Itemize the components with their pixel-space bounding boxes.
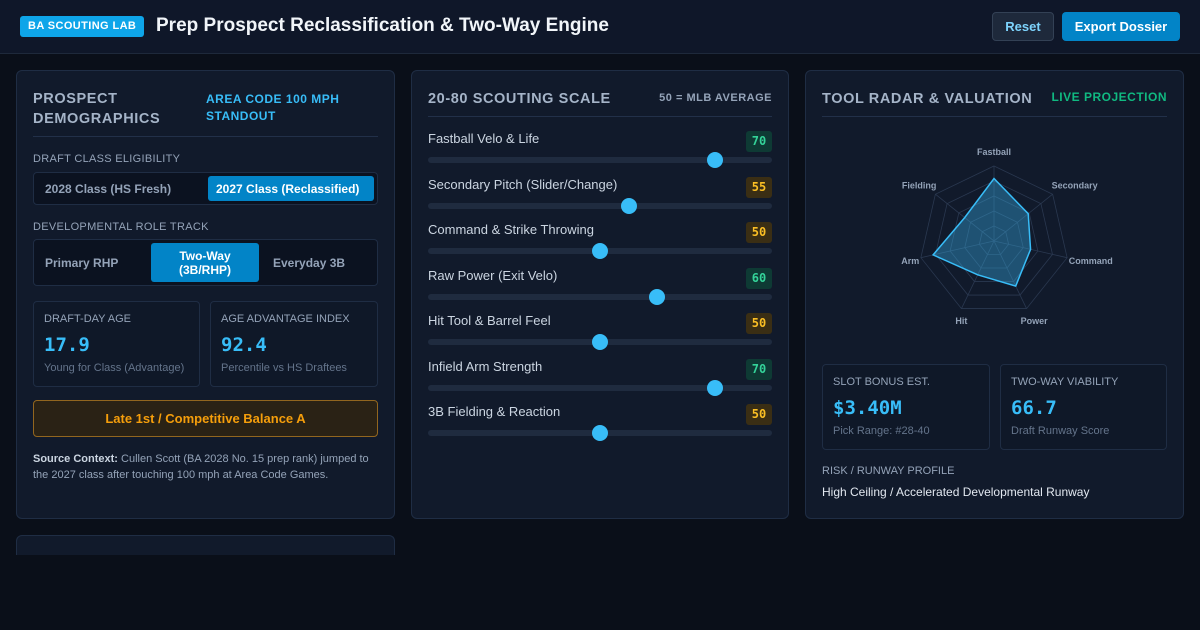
page-title: Prep Prospect Reclassification & Two-Way… [156, 15, 609, 36]
tool-slider-row: Hit Tool & Barrel Feel 50 [428, 313, 772, 359]
eligibility-toggle: 2028 Class (HS Fresh) 2027 Class (Reclas… [33, 172, 378, 205]
option-label: 2027 Class (Reclassified) [216, 181, 360, 196]
scouting-scale-card: 20-80 SCOUTING SCALE 50 = MLB AVERAGE Fa… [411, 70, 789, 519]
risk-label: RISK / RUNWAY PROFILE [822, 465, 955, 477]
role-option-two-way[interactable]: Two-Way (3B/RHP) [151, 243, 259, 282]
radar-axis-label: Fielding [902, 181, 937, 191]
slider-thumb[interactable] [592, 243, 608, 259]
slider-thumb[interactable] [649, 288, 666, 305]
slider-track[interactable] [428, 293, 772, 300]
tool-slider-row: Command & Strike Throwing 50 [428, 222, 772, 268]
card-tag: AREA CODE 100 MPH STANDOUT [206, 92, 340, 123]
card-header: 20-80 SCOUTING SCALE 50 = MLB AVERAGE [428, 87, 772, 117]
tool-name: Raw Power (Exit Velo) [428, 267, 558, 283]
grade-badge: 70 [746, 358, 772, 380]
stat-label: TWO-WAY VIABILITY [1011, 376, 1119, 388]
option-label: Primary RHP [45, 255, 119, 270]
grade-badge: 50 [746, 313, 772, 334]
option-label: 2028 Class (HS Fresh) [45, 181, 172, 196]
source-context: Source Context: Cullen Scott (BA 2028 No… [33, 451, 378, 483]
tool-name: Fastball Velo & Life [428, 131, 540, 146]
option-label: Everyday 3B [273, 255, 346, 270]
stat-sub: Young for Class (Advantage) [44, 362, 185, 374]
role-option-primary-rhp[interactable]: Primary RHP [37, 243, 149, 282]
slot-bonus-stat: SLOT BONUS EST. $3.40M Pick Range: #28-4… [822, 364, 990, 450]
draft-day-age-stat: DRAFT-DAY AGE 17.9 Young for Class (Adva… [33, 301, 200, 387]
grade-badge: 55 [746, 176, 772, 198]
draft-projection-banner: Late 1st / Competitive Balance A [33, 400, 378, 437]
card-header: TOOL RADAR & VALUATION LIVE PROJECTION [822, 87, 1167, 117]
slider-thumb[interactable] [592, 334, 608, 350]
tool-slider-row: Secondary Pitch (Slider/Change) 55 [428, 176, 772, 223]
reset-button[interactable]: Reset [992, 12, 1054, 41]
radar-axis-label: Arm [901, 256, 919, 266]
stat-sub: Draft Runway Score [1011, 425, 1110, 437]
tool-radar-chart: Fastball Secondary Command Power Hit Arm Field… [901, 147, 1113, 326]
card-tag: 50 = MLB AVERAGE [659, 92, 772, 104]
card-header: PROSPECT DEMOGRAPHICS AREA CODE 100 MPH … [33, 87, 378, 137]
role-track-toggle: Primary RHP Two-Way (3B/RHP) Everyday 3B [33, 239, 378, 286]
card-title: PROSPECT DEMOGRAPHICS [33, 91, 161, 127]
grade-badge: 50 [746, 222, 772, 243]
grade-badge: 70 [746, 131, 772, 152]
stat-value: $3.40M [833, 397, 902, 419]
radar-axis-label: Fastball [977, 147, 1011, 157]
tool-slider-row: Infield Arm Strength 70 [428, 358, 772, 405]
source-label: Source Context: [33, 453, 118, 465]
card-title: TOOL RADAR & VALUATION [822, 91, 1033, 107]
slider-thumb[interactable] [706, 152, 723, 168]
eligibility-option-2028[interactable]: 2028 Class (HS Fresh) [37, 176, 201, 201]
tool-name: Hit Tool & Barrel Feel [428, 313, 551, 328]
grade-badge: 60 [746, 267, 772, 289]
tool-name: Secondary Pitch (Slider/Change) [428, 176, 618, 192]
slider-thumb[interactable] [620, 197, 637, 214]
card-title: 20-80 SCOUTING SCALE [428, 91, 611, 107]
grade-badge: 50 [746, 404, 772, 425]
radar-card: TOOL RADAR & VALUATION LIVE PROJECTION F… [805, 70, 1184, 519]
tool-name: Command & Strike Throwing [428, 222, 594, 237]
role-option-everyday-3b[interactable]: Everyday 3B [261, 243, 379, 282]
tool-name: 3B Fielding & Reaction [428, 404, 561, 419]
risk-value: High Ceiling / Accelerated Developmental… [822, 485, 1090, 499]
slider-thumb[interactable] [592, 425, 608, 441]
radar-axis-label: Command [1069, 256, 1113, 266]
slider-track[interactable] [428, 202, 772, 209]
stat-label: AGE ADVANTAGE INDEX [221, 313, 350, 325]
slider-thumb[interactable] [706, 379, 723, 396]
stat-value: 92.4 [221, 334, 267, 356]
stat-label: DRAFT-DAY AGE [44, 313, 132, 325]
demographics-card: PROSPECT DEMOGRAPHICS AREA CODE 100 MPH … [16, 70, 395, 519]
role-label: DEVELOPMENTAL ROLE TRACK [33, 221, 209, 233]
radar-axis-label: Power [1021, 316, 1049, 326]
tool-slider-row: Raw Power (Exit Velo) 60 [428, 267, 772, 314]
eligibility-option-2027[interactable]: 2027 Class (Reclassified) [208, 176, 374, 201]
export-dossier-button[interactable]: Export Dossier [1062, 12, 1180, 41]
tool-name: Infield Arm Strength [428, 358, 543, 374]
option-label: Two-Way (3B/RHP) [178, 248, 231, 277]
secondary-card [16, 535, 395, 555]
stat-label: SLOT BONUS EST. [833, 376, 930, 388]
card-tag: LIVE PROJECTION [1051, 90, 1167, 104]
radar-axis-label: Secondary [1052, 181, 1098, 191]
tool-slider-row: Fastball Velo & Life 70 [428, 131, 772, 177]
two-way-viability-stat: TWO-WAY VIABILITY 66.7 Draft Runway Scor… [1000, 364, 1167, 450]
top-bar: BA SCOUTING LAB Prep Prospect Reclassifi… [0, 0, 1200, 54]
stat-value: 17.9 [44, 334, 90, 356]
stat-value: 66.7 [1011, 397, 1057, 419]
age-advantage-stat: AGE ADVANTAGE INDEX 92.4 Percentile vs H… [210, 301, 378, 387]
stat-sub: Percentile vs HS Draftees [221, 362, 347, 374]
stat-sub: Pick Range: #28-40 [833, 425, 930, 437]
eligibility-label: DRAFT CLASS ELIGIBILITY [33, 153, 181, 165]
radar-axis-label: Hit [955, 316, 967, 326]
brand-badge: BA SCOUTING LAB [20, 16, 145, 37]
tool-slider-row: 3B Fielding & Reaction 50 [428, 404, 772, 450]
